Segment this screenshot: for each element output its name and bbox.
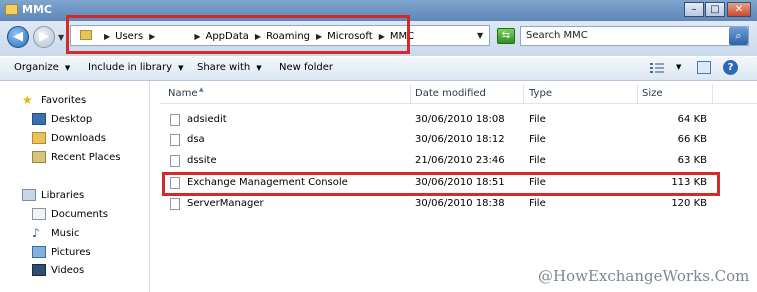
file-icon bbox=[170, 114, 180, 126]
file-name[interactable]: adsiedit bbox=[187, 114, 227, 125]
column-divider[interactable] bbox=[523, 84, 524, 103]
chevron-down-icon: ▼ bbox=[64, 64, 71, 72]
star-icon: ★ bbox=[22, 93, 33, 107]
folder-icon bbox=[5, 4, 18, 15]
include-label: Include in library bbox=[88, 62, 173, 73]
organize-label: Organize bbox=[14, 62, 59, 73]
share-label: Share with bbox=[197, 62, 251, 73]
chevron-down-icon: ▼ bbox=[178, 64, 184, 72]
watermark: @HowExchangeWorks.Com bbox=[538, 267, 750, 285]
file-type: File bbox=[529, 134, 546, 145]
nav-downloads[interactable]: Downloads bbox=[32, 132, 106, 144]
file-icon bbox=[170, 134, 180, 146]
help-icon[interactable]: ? bbox=[723, 60, 738, 75]
recent-places-icon bbox=[32, 151, 46, 163]
column-name[interactable]: Name bbox=[168, 88, 198, 99]
column-divider[interactable] bbox=[712, 84, 713, 103]
column-divider[interactable] bbox=[637, 84, 638, 103]
nav-recent-places[interactable]: Recent Places bbox=[32, 151, 121, 163]
music-icon: ♪ bbox=[32, 226, 40, 240]
nav-label: Recent Places bbox=[51, 151, 121, 163]
file-name[interactable]: ServerManager bbox=[187, 198, 264, 209]
search-placeholder: Search MMC bbox=[526, 30, 588, 41]
view-options-icon[interactable] bbox=[650, 62, 664, 74]
documents-icon bbox=[32, 208, 46, 220]
pictures-icon bbox=[32, 246, 46, 258]
maximize-button[interactable]: □ bbox=[705, 2, 725, 17]
refresh-button[interactable]: ⇆ bbox=[497, 28, 515, 44]
address-dropdown[interactable]: ▼ bbox=[477, 31, 483, 40]
nav-pictures[interactable]: Pictures bbox=[32, 246, 91, 258]
share-with-menu[interactable]: Share with ▼ bbox=[197, 62, 262, 73]
nav-label: Videos bbox=[51, 264, 85, 276]
file-date: 30/06/2010 18:38 bbox=[415, 198, 505, 209]
chevron-down-icon[interactable]: ▼ bbox=[676, 63, 681, 71]
libraries-icon bbox=[22, 189, 36, 201]
column-date-modified[interactable]: Date modified bbox=[415, 88, 486, 99]
nav-documents[interactable]: Documents bbox=[32, 208, 108, 220]
nav-favorites[interactable]: ★ Favorites bbox=[22, 94, 86, 106]
address-highlight-box bbox=[66, 15, 410, 54]
file-size: 66 KB bbox=[677, 134, 707, 145]
file-type: File bbox=[529, 155, 546, 166]
nav-desktop[interactable]: Desktop bbox=[32, 113, 92, 125]
nav-videos[interactable]: Videos bbox=[32, 264, 84, 276]
row-highlight-box bbox=[162, 172, 720, 196]
file-size: 64 KB bbox=[677, 114, 707, 125]
downloads-icon bbox=[32, 132, 46, 144]
close-button[interactable]: ✕ bbox=[727, 2, 751, 17]
column-type[interactable]: Type bbox=[529, 88, 552, 99]
file-date: 30/06/2010 18:08 bbox=[415, 114, 505, 125]
organize-menu[interactable]: Organize ▼ bbox=[14, 62, 70, 73]
file-name[interactable]: dsa bbox=[187, 134, 205, 145]
file-date: 30/06/2010 18:12 bbox=[415, 134, 505, 145]
new-folder-button[interactable]: New folder bbox=[279, 62, 333, 73]
sort-up-icon: ▲ bbox=[199, 86, 204, 93]
preview-pane-icon[interactable] bbox=[697, 61, 711, 74]
search-icon[interactable]: ⌕ bbox=[729, 27, 748, 45]
nav-label: Pictures bbox=[51, 246, 91, 258]
nav-label: Documents bbox=[51, 208, 109, 220]
nav-music[interactable]: ♪ Music bbox=[32, 227, 79, 239]
forward-button[interactable]: ▶ bbox=[33, 26, 55, 48]
column-size[interactable]: Size bbox=[642, 88, 663, 99]
file-size: 63 KB bbox=[677, 155, 707, 166]
file-size: 120 KB bbox=[671, 198, 707, 209]
nav-libraries[interactable]: Libraries bbox=[22, 189, 84, 201]
nav-label: Favorites bbox=[41, 94, 87, 106]
include-in-library-menu[interactable]: Include in library ▼ bbox=[88, 62, 183, 73]
recent-pages-dropdown[interactable]: ▼ bbox=[58, 33, 64, 42]
videos-icon bbox=[32, 264, 46, 276]
file-type: File bbox=[529, 114, 546, 125]
minimize-button[interactable]: – bbox=[684, 2, 704, 17]
file-icon bbox=[170, 198, 180, 210]
file-icon bbox=[170, 155, 180, 167]
nav-label: Downloads bbox=[51, 132, 106, 144]
nav-label: Desktop bbox=[51, 113, 93, 125]
nav-label: Libraries bbox=[41, 189, 85, 201]
desktop-icon bbox=[32, 113, 46, 125]
column-divider[interactable] bbox=[410, 84, 411, 103]
back-button[interactable]: ◀ bbox=[7, 26, 29, 48]
window-title: MMC bbox=[22, 3, 52, 16]
chevron-down-icon: ▼ bbox=[256, 64, 262, 72]
nav-label: Music bbox=[51, 227, 80, 239]
file-date: 21/06/2010 23:46 bbox=[415, 155, 505, 166]
file-name[interactable]: dssite bbox=[187, 155, 217, 166]
file-type: File bbox=[529, 198, 546, 209]
